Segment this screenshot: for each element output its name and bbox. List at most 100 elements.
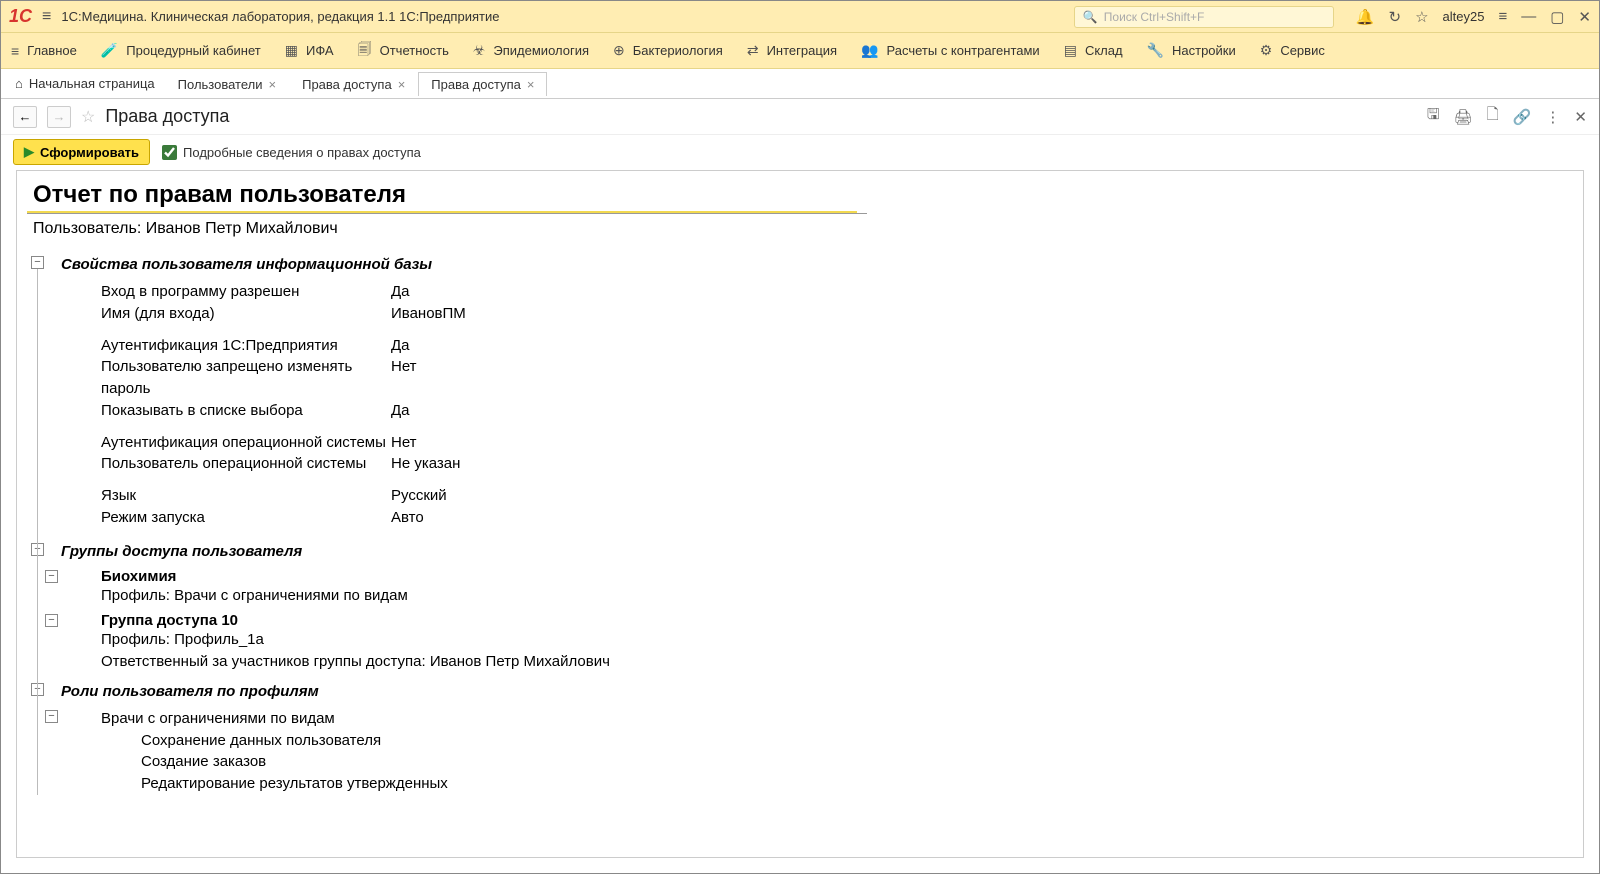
menu-item-label: Бактериология (633, 43, 723, 58)
group-detail: Профиль: Профиль_1а (101, 629, 1573, 651)
home-tab-label: Начальная страница (29, 76, 155, 91)
close-page-button[interactable]: ✕ (1574, 108, 1587, 126)
property-row: Аутентификация операционной системыНет (61, 432, 1573, 454)
property-row: Пользователь операционной системыНе указ… (61, 453, 1573, 475)
property-value: Русский (391, 485, 1573, 507)
property-row: Аутентификация 1С:ПредприятияДа (61, 335, 1573, 357)
page-title: Права доступа (105, 106, 229, 127)
star-icon[interactable]: ☆ (1415, 8, 1428, 26)
collapse-toggle[interactable]: − (31, 256, 44, 269)
report-title: Отчет по правам пользователя (27, 181, 857, 213)
menu-item[interactable]: 🔧Настройки (1147, 42, 1236, 59)
menu-item[interactable]: ☣ Эпидемиология (473, 42, 589, 59)
details-checkbox[interactable] (162, 145, 177, 160)
details-checkbox-wrap[interactable]: Подробные сведения о правах доступа (162, 145, 421, 160)
menu-item-icon: ⚙ (1260, 42, 1273, 59)
menu-item-icon: ☣ (473, 42, 486, 59)
menu-item[interactable]: ⇄Интеграция (747, 42, 837, 59)
play-icon: ▶ (24, 144, 34, 160)
menu-item-icon: ▤ (1064, 42, 1077, 59)
menu-item[interactable]: ▤ Склад (1064, 42, 1123, 59)
menu-item-label: Процедурный кабинет (126, 43, 260, 58)
tab-close-icon[interactable]: × (269, 77, 277, 92)
tab[interactable]: Права доступа × (418, 72, 547, 96)
menu-item-label: Склад (1085, 43, 1123, 58)
property-row: Режим запускаАвто (61, 507, 1573, 529)
tab-close-icon[interactable]: × (527, 77, 535, 92)
group-block: Группа доступа 10Профиль: Профиль_1аОтве… (61, 612, 1573, 673)
menu-item-label: Эпидемиология (493, 43, 589, 58)
property-key: Пользователю запрещено изменять пароль (61, 356, 391, 400)
menu-item-label: Расчеты с контрагентами (887, 43, 1040, 58)
menu-item[interactable]: ⚙ Сервис (1260, 42, 1325, 59)
menu-item[interactable]: 🧪Процедурный кабинет (101, 42, 261, 59)
close-button[interactable]: ✕ (1578, 8, 1591, 26)
minimize-button[interactable]: — (1521, 8, 1536, 25)
property-value: Авто (391, 507, 1573, 529)
search-input[interactable]: 🔍 Поиск Ctrl+Shift+F (1074, 6, 1334, 28)
print-icon[interactable]: 🖨 (1454, 108, 1473, 126)
menu-item[interactable]: ⊕Бактериология (613, 42, 723, 59)
favorite-button[interactable]: ☆ (81, 107, 95, 127)
details-checkbox-label: Подробные сведения о правах доступа (183, 145, 421, 160)
group-detail: Профиль: Врачи с ограничениями по видам (101, 585, 1573, 607)
collapse-toggle[interactable]: − (45, 570, 58, 583)
property-key: Показывать в списке выбора (61, 400, 391, 422)
action-bar: ▶ Сформировать Подробные сведения о прав… (1, 135, 1599, 169)
menu-item-icon: 🗐 (358, 39, 372, 63)
group-name: Группа доступа 10 (101, 612, 1573, 629)
tab-bar: ⌂ Начальная страница Пользователи × Права … (1, 69, 1599, 99)
kebab-icon[interactable]: ⋮ (1545, 108, 1560, 126)
menu-item-label: Интеграция (767, 43, 838, 58)
report-area[interactable]: Отчет по правам пользователя Пользовател… (16, 170, 1584, 858)
menu-item-icon: 👥 (861, 42, 878, 59)
preview-icon[interactable]: 🗋 (1487, 104, 1499, 129)
collapse-toggle[interactable]: − (45, 710, 58, 723)
property-row: Показывать в списке выбораДа (61, 400, 1573, 422)
menu-item[interactable]: ▦ИФА (285, 42, 334, 59)
save-icon[interactable]: 🖫 (1427, 104, 1440, 129)
section-title: Свойства пользователя информационной баз… (61, 252, 1573, 281)
group-name: Биохимия (101, 568, 1573, 585)
property-value: Да (391, 335, 1573, 357)
property-value: Да (391, 400, 1573, 422)
username-label[interactable]: altey25 (1443, 9, 1485, 24)
nav-forward-button[interactable]: → (47, 106, 71, 128)
home-icon: ⌂ (15, 76, 23, 91)
page-toolbar: ← → ☆ Права доступа 🖫 🖨 🗋 🔗 ⋮ ✕ (1, 99, 1599, 135)
property-value: Нет (391, 356, 1573, 400)
role-item: Сохранение данных пользователя (61, 730, 1573, 752)
property-value: Нет (391, 432, 1573, 454)
bell-icon[interactable]: 🔔 (1356, 8, 1375, 26)
nav-back-button[interactable]: ← (13, 106, 37, 128)
tab[interactable]: Права доступа× (289, 72, 418, 96)
maximize-button[interactable]: ▢ (1550, 8, 1564, 26)
collapse-toggle[interactable]: − (45, 614, 58, 627)
titlebar: 1C ≡ 1С:Медицина. Клиническая лаборатори… (1, 1, 1599, 33)
group-detail: Ответственный за участников группы досту… (101, 651, 1573, 673)
menu-item[interactable]: 👥 Расчеты с контрагентами (861, 42, 1040, 59)
history-icon[interactable]: ↻ (1389, 8, 1402, 26)
app-title: 1С:Медицина. Клиническая лаборатория, ре… (61, 9, 499, 24)
property-value: Да (391, 281, 1573, 303)
property-key: Имя (для входа) (61, 303, 391, 325)
home-tab[interactable]: ⌂ Начальная страница (5, 72, 165, 95)
link-icon[interactable]: 🔗 (1513, 108, 1532, 126)
menu-item[interactable]: ≡Главное (11, 43, 77, 59)
hamburger-icon[interactable]: ≡ (42, 8, 51, 26)
menu-item[interactable]: 🗐Отчетность (358, 39, 449, 63)
property-key: Язык (61, 485, 391, 507)
tab-label: Пользователи (178, 77, 263, 92)
tab-label: Права доступа (431, 77, 521, 92)
main-menu: ≡Главное 🧪Процедурный кабинет ▦ИФА 🗐Отчетно… (1, 33, 1599, 69)
generate-button[interactable]: ▶ Сформировать (13, 139, 150, 165)
property-row: Пользователю запрещено изменять парольНе… (61, 356, 1573, 400)
property-value: ИвановПМ (391, 303, 1573, 325)
profile-name: Врачи с ограничениями по видам (101, 708, 1573, 730)
search-placeholder: Поиск Ctrl+Shift+F (1104, 10, 1205, 24)
filter-icon[interactable]: ≡ (1498, 8, 1507, 25)
tab-close-icon[interactable]: × (398, 77, 406, 92)
menu-item-icon: 🔧 (1147, 42, 1164, 59)
tab[interactable]: Пользователи × (165, 72, 289, 96)
menu-item-label: Сервис (1280, 43, 1325, 58)
